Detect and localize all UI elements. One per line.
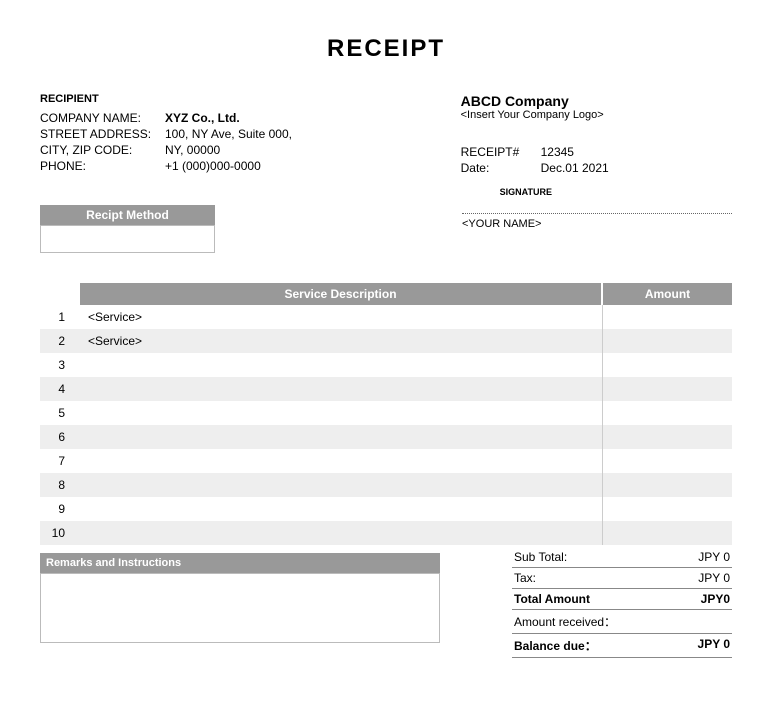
receipt-method-header: Recipt Method <box>40 205 215 225</box>
table-row: 8 <box>40 473 732 497</box>
document-title: RECEIPT <box>40 35 732 63</box>
row-number: 8 <box>40 473 80 497</box>
row-number: 7 <box>40 449 80 473</box>
row-description: <Service> <box>80 329 602 353</box>
signature-name-placeholder: <YOUR NAME> <box>462 218 732 230</box>
total-amount-label: Total Amount <box>514 592 590 606</box>
receipt-method-value <box>40 225 215 253</box>
row-description <box>80 377 602 401</box>
row-number: 3 <box>40 353 80 377</box>
issuer-company-name: ABCD Company <box>461 93 732 109</box>
col-amount-header: Amount <box>602 283 732 305</box>
row-amount <box>602 473 732 497</box>
balance-due-label: Balance due： <box>514 637 597 654</box>
remarks-body <box>40 573 440 643</box>
row-amount <box>602 497 732 521</box>
row-amount <box>602 305 732 329</box>
table-row: 7 <box>40 449 732 473</box>
table-row: 1 <Service> <box>40 305 732 329</box>
col-number-header <box>40 283 80 305</box>
row-number: 5 <box>40 401 80 425</box>
row-amount <box>602 377 732 401</box>
row-number: 10 <box>40 521 80 545</box>
table-row: 2 <Service> <box>40 329 732 353</box>
row-number: 1 <box>40 305 80 329</box>
row-description <box>80 449 602 473</box>
row-amount <box>602 521 732 545</box>
col-description-header: Service Description <box>80 283 602 305</box>
phone-value: +1 (000)000-0000 <box>165 159 261 173</box>
date-value: Dec.01 2021 <box>541 161 609 175</box>
receipt-number-value: 12345 <box>541 145 574 159</box>
amount-received-label: Amount received： <box>514 613 616 630</box>
tax-label: Tax: <box>514 571 536 585</box>
row-description <box>80 521 602 545</box>
row-description <box>80 401 602 425</box>
row-number: 2 <box>40 329 80 353</box>
row-number: 9 <box>40 497 80 521</box>
company-name-label: COMPANY NAME: <box>40 111 165 125</box>
company-name-value: XYZ Co., Ltd. <box>165 111 240 125</box>
signature-label: SIGNATURE <box>40 187 732 197</box>
table-row: 3 <box>40 353 732 377</box>
logo-placeholder: <Insert Your Company Logo> <box>461 109 732 121</box>
row-number: 4 <box>40 377 80 401</box>
row-amount <box>602 401 732 425</box>
row-amount <box>602 449 732 473</box>
street-value: 100, NY Ave, Suite 000, <box>165 127 292 141</box>
table-row: 10 <box>40 521 732 545</box>
city-value: NY, 00000 <box>165 143 220 157</box>
table-row: 6 <box>40 425 732 449</box>
tax-value: JPY 0 <box>698 571 730 585</box>
row-description: <Service> <box>80 305 602 329</box>
remarks-header: Remarks and Instructions <box>40 553 440 573</box>
street-label: STREET ADDRESS: <box>40 127 165 141</box>
row-description <box>80 497 602 521</box>
city-label: CITY, ZIP CODE: <box>40 143 165 157</box>
receipt-number-label: RECEIPT# <box>461 145 541 159</box>
phone-label: PHONE: <box>40 159 165 173</box>
row-description <box>80 353 602 377</box>
subtotal-label: Sub Total: <box>514 550 567 564</box>
recipient-section-label: RECIPIENT <box>40 93 421 105</box>
balance-due-value: JPY 0 <box>698 637 730 654</box>
row-amount <box>602 425 732 449</box>
row-number: 6 <box>40 425 80 449</box>
signature-line <box>462 213 732 214</box>
table-row: 4 <box>40 377 732 401</box>
table-row: 5 <box>40 401 732 425</box>
items-table: Service Description Amount 1 <Service> 2… <box>40 283 732 545</box>
date-label: Date: <box>461 161 541 175</box>
row-amount <box>602 353 732 377</box>
subtotal-value: JPY 0 <box>698 550 730 564</box>
total-amount-value: JPY0 <box>701 592 730 606</box>
row-description <box>80 473 602 497</box>
row-amount <box>602 329 732 353</box>
table-row: 9 <box>40 497 732 521</box>
row-description <box>80 425 602 449</box>
